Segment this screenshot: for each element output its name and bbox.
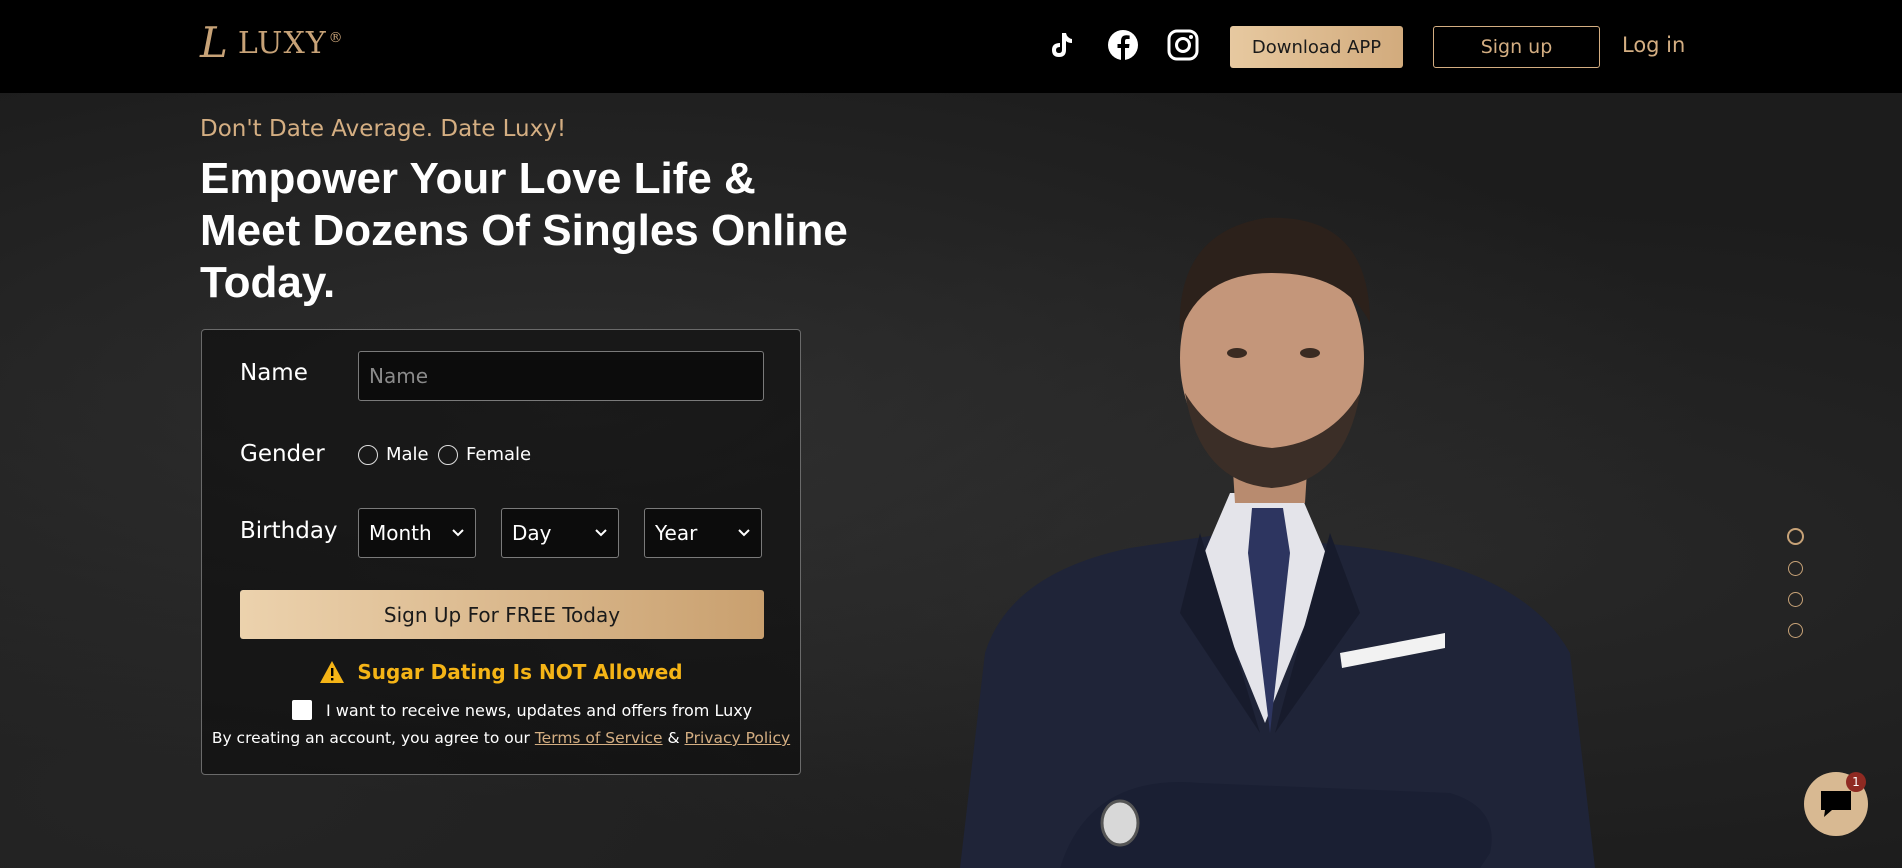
day-select[interactable]: Day [501, 508, 619, 558]
chevron-down-icon [595, 529, 607, 537]
name-label: Name [240, 360, 308, 386]
chat-button[interactable]: 1 [1804, 772, 1868, 836]
carousel-dot[interactable] [1788, 592, 1803, 607]
terms-prefix: By creating an account, you agree to our [211, 729, 535, 747]
chevron-down-icon [738, 529, 750, 537]
chevron-down-icon [452, 529, 464, 537]
terms-of-service-link[interactable]: Terms of Service [535, 729, 663, 747]
privacy-policy-link[interactable]: Privacy Policy [685, 729, 791, 747]
name-input[interactable] [358, 351, 764, 401]
warning-icon [320, 661, 345, 683]
sugar-dating-warning: Sugar Dating Is NOT Allowed [202, 660, 800, 684]
carousel-dot[interactable] [1787, 528, 1804, 545]
gender-male-label: Male [386, 444, 429, 465]
year-select[interactable]: Year [644, 508, 762, 558]
download-app-button[interactable]: Download APP [1230, 26, 1403, 68]
terms-amp: & [662, 729, 685, 747]
site-header: L LUXY ® Download APP Sign up Log in [0, 0, 1902, 93]
gender-female-label: Female [466, 444, 532, 465]
chat-unread-badge: 1 [1846, 772, 1866, 792]
month-select[interactable]: Month [358, 508, 476, 558]
carousel-dot[interactable] [1788, 561, 1803, 576]
tagline: Don't Date Average. Date Luxy! [200, 116, 567, 142]
signup-free-button[interactable]: Sign Up For FREE Today [240, 590, 764, 639]
tiktok-icon[interactable] [1044, 28, 1078, 62]
warning-text: Sugar Dating Is NOT Allowed [357, 660, 683, 684]
day-value: Day [512, 521, 552, 545]
month-value: Month [369, 521, 432, 545]
radio-circle[interactable] [358, 444, 378, 465]
signup-button[interactable]: Sign up [1433, 26, 1600, 68]
newsletter-optin[interactable]: I want to receive news, updates and offe… [292, 700, 752, 720]
carousel-dot[interactable] [1788, 623, 1803, 638]
year-value: Year [655, 521, 698, 545]
login-link[interactable]: Log in [1622, 33, 1685, 57]
luxy-logo[interactable]: L LUXY ® [200, 22, 344, 64]
instagram-icon[interactable] [1166, 28, 1200, 62]
terms-notice: By creating an account, you agree to our… [202, 729, 800, 747]
signup-form: Name Gender Male Female Birthday Month D… [201, 329, 801, 775]
logo-mark: L [200, 18, 228, 67]
radio-circle[interactable] [438, 444, 458, 465]
newsletter-checkbox[interactable] [292, 700, 312, 720]
logo-text: LUXY ® [237, 25, 344, 61]
carousel-dots [1787, 528, 1804, 638]
chat-bubble-icon [1821, 791, 1851, 817]
gender-female-radio[interactable]: Female [438, 444, 531, 465]
birthday-label: Birthday [240, 518, 338, 544]
facebook-icon[interactable] [1106, 28, 1140, 62]
hero-headline: Empower Your Love Life & Meet Dozens Of … [200, 154, 848, 307]
gender-male-radio[interactable]: Male [358, 444, 429, 465]
newsletter-optin-text: I want to receive news, updates and offe… [326, 700, 753, 720]
gender-label: Gender [240, 441, 325, 467]
